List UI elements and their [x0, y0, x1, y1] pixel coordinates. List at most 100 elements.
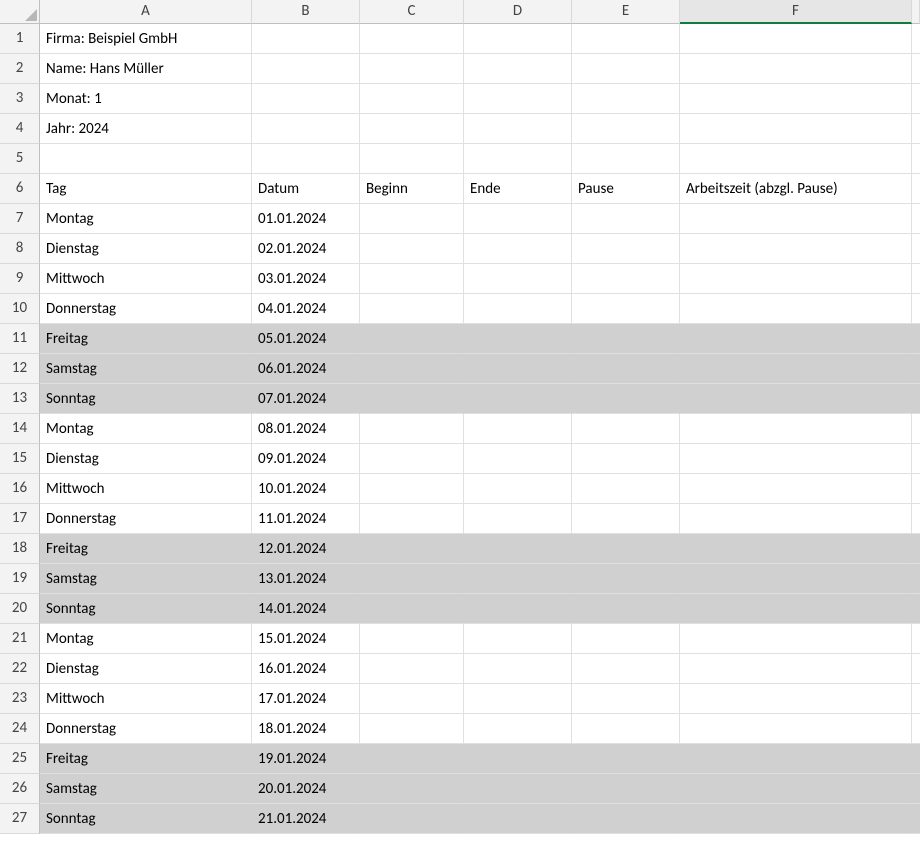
cell-ende[interactable]	[464, 534, 572, 564]
cell-ende[interactable]	[464, 54, 572, 84]
cell-tag[interactable]: Dienstag	[40, 234, 252, 264]
cell-arbeitszeit[interactable]	[680, 24, 912, 54]
cell-tag[interactable]: Donnerstag	[40, 714, 252, 744]
cell-beginn[interactable]	[360, 624, 464, 654]
row-header-17[interactable]: 17	[0, 504, 40, 534]
cell-beginn[interactable]	[360, 414, 464, 444]
cell-tag[interactable]: Samstag	[40, 354, 252, 384]
cell-beginn[interactable]	[360, 804, 464, 834]
cell-beginn[interactable]	[360, 354, 464, 384]
cell-tag[interactable]: Donnerstag	[40, 504, 252, 534]
info-cell[interactable]: Name: Hans Müller	[40, 54, 252, 84]
cell-tag[interactable]: Montag	[40, 414, 252, 444]
cell-pause[interactable]	[572, 804, 680, 834]
cell-datum[interactable]	[252, 114, 360, 144]
cell-beginn[interactable]	[360, 714, 464, 744]
cell-arbeitszeit[interactable]	[680, 324, 912, 354]
cell-ende[interactable]	[464, 24, 572, 54]
cell-tag[interactable]: Donnerstag	[40, 294, 252, 324]
cell-arbeitszeit[interactable]	[680, 54, 912, 84]
cell-tag[interactable]: Mittwoch	[40, 474, 252, 504]
cell-tag[interactable]: Montag	[40, 624, 252, 654]
cell-pause[interactable]	[572, 504, 680, 534]
cell-arbeitszeit[interactable]	[680, 774, 912, 804]
cell-ende[interactable]	[464, 804, 572, 834]
cell-ende[interactable]	[464, 564, 572, 594]
row-header-21[interactable]: 21	[0, 624, 40, 654]
cell-tag[interactable]: Freitag	[40, 534, 252, 564]
cell-datum[interactable]: 05.01.2024	[252, 324, 360, 354]
info-cell[interactable]: Jahr: 2024	[40, 114, 252, 144]
cell-beginn[interactable]	[360, 564, 464, 594]
row-header-12[interactable]: 12	[0, 354, 40, 384]
cell-beginn[interactable]	[360, 504, 464, 534]
cell-arbeitszeit[interactable]	[680, 504, 912, 534]
cell-ende[interactable]	[464, 144, 572, 174]
cell-tag[interactable]: Mittwoch	[40, 684, 252, 714]
cell-tag[interactable]: Montag	[40, 204, 252, 234]
column-header-C[interactable]: C	[360, 0, 464, 24]
cell-ende[interactable]	[464, 384, 572, 414]
column-header-D[interactable]: D	[464, 0, 572, 24]
cell-datum[interactable]: 03.01.2024	[252, 264, 360, 294]
cell-datum[interactable]: 20.01.2024	[252, 774, 360, 804]
cell-arbeitszeit[interactable]	[680, 444, 912, 474]
row-header-1[interactable]: 1	[0, 24, 40, 54]
cell-datum[interactable]	[252, 84, 360, 114]
cell-datum[interactable]	[252, 54, 360, 84]
cell-ende[interactable]	[464, 204, 572, 234]
cell-beginn[interactable]	[360, 384, 464, 414]
cell-arbeitszeit[interactable]	[680, 654, 912, 684]
row-header-20[interactable]: 20	[0, 594, 40, 624]
row-header-16[interactable]: 16	[0, 474, 40, 504]
cell-ende[interactable]	[464, 264, 572, 294]
row-header-4[interactable]: 4	[0, 114, 40, 144]
cell-beginn[interactable]	[360, 204, 464, 234]
column-header-F[interactable]: F	[680, 0, 912, 24]
row-header-9[interactable]: 9	[0, 264, 40, 294]
cell-pause[interactable]	[572, 234, 680, 264]
cell-ende[interactable]	[464, 294, 572, 324]
cell-datum[interactable]: 09.01.2024	[252, 444, 360, 474]
row-header-26[interactable]: 26	[0, 774, 40, 804]
cell-datum[interactable]: 13.01.2024	[252, 564, 360, 594]
cell-beginn[interactable]	[360, 54, 464, 84]
cell-arbeitszeit[interactable]	[680, 144, 912, 174]
cell-tag[interactable]: Dienstag	[40, 444, 252, 474]
header-datum[interactable]: Datum	[252, 174, 360, 204]
cell-pause[interactable]	[572, 474, 680, 504]
cell-beginn[interactable]	[360, 474, 464, 504]
row-header-10[interactable]: 10	[0, 294, 40, 324]
cell-beginn[interactable]	[360, 654, 464, 684]
cell-datum[interactable]	[252, 24, 360, 54]
row-header-2[interactable]: 2	[0, 54, 40, 84]
cell-ende[interactable]	[464, 354, 572, 384]
cell-pause[interactable]	[572, 354, 680, 384]
info-cell[interactable]: Monat: 1	[40, 84, 252, 114]
cell-beginn[interactable]	[360, 234, 464, 264]
cell-ende[interactable]	[464, 654, 572, 684]
cell-pause[interactable]	[572, 654, 680, 684]
cell-pause[interactable]	[572, 594, 680, 624]
cell-arbeitszeit[interactable]	[680, 684, 912, 714]
cell-pause[interactable]	[572, 714, 680, 744]
cell-pause[interactable]	[572, 324, 680, 354]
cell-ende[interactable]	[464, 504, 572, 534]
row-header-19[interactable]: 19	[0, 564, 40, 594]
cell-beginn[interactable]	[360, 24, 464, 54]
cell-ende[interactable]	[464, 234, 572, 264]
cell-ende[interactable]	[464, 714, 572, 744]
row-header-27[interactable]: 27	[0, 804, 40, 834]
header-beginn[interactable]: Beginn	[360, 174, 464, 204]
row-header-8[interactable]: 8	[0, 234, 40, 264]
row-header-6[interactable]: 6	[0, 174, 40, 204]
cell-pause[interactable]	[572, 144, 680, 174]
cell-ende[interactable]	[464, 444, 572, 474]
cell-datum[interactable]: 06.01.2024	[252, 354, 360, 384]
cell-pause[interactable]	[572, 264, 680, 294]
cell-tag[interactable]: Sonntag	[40, 804, 252, 834]
cell-arbeitszeit[interactable]	[680, 564, 912, 594]
cell-tag[interactable]: Samstag	[40, 564, 252, 594]
cell-datum[interactable]: 01.01.2024	[252, 204, 360, 234]
cell-datum[interactable]: 19.01.2024	[252, 744, 360, 774]
